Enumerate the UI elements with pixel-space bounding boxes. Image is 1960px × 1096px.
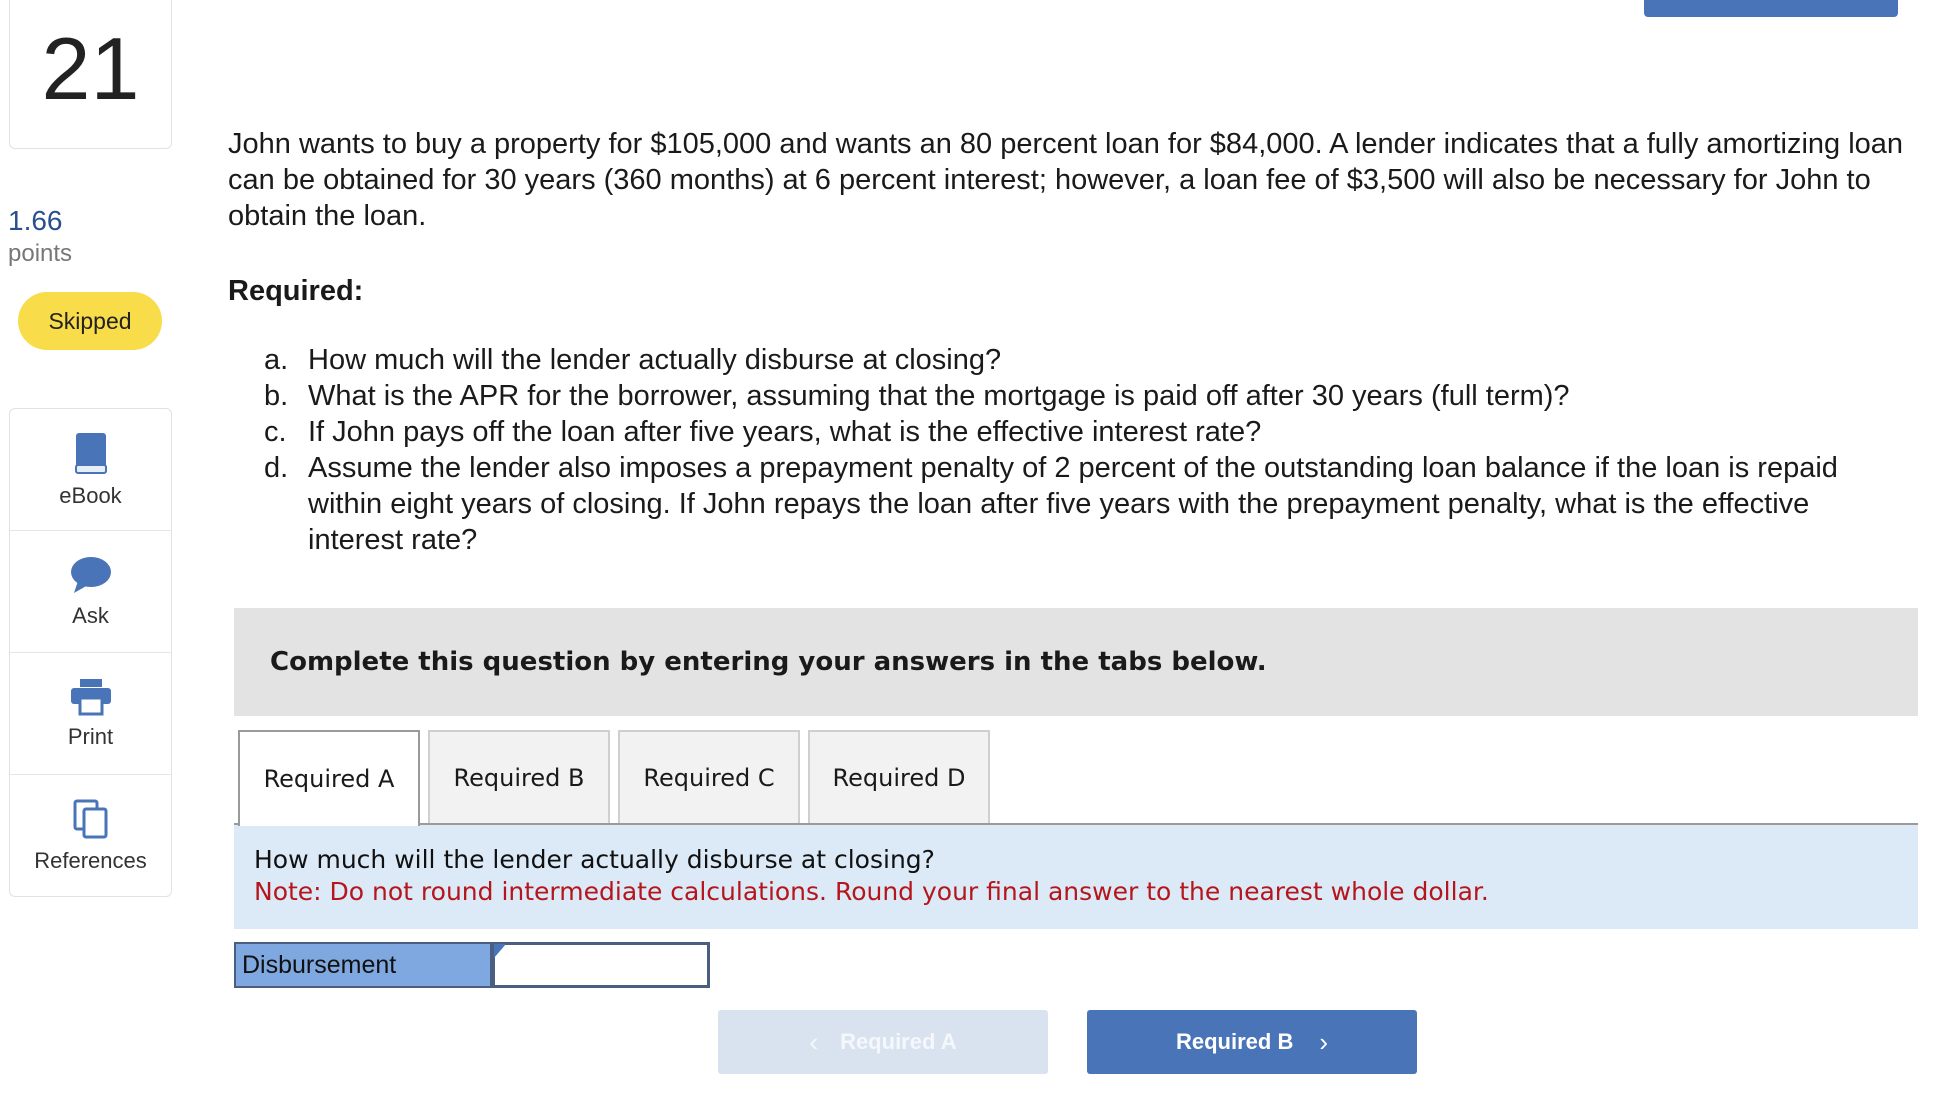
chevron-left-icon: ‹	[809, 1026, 819, 1057]
printer-icon	[70, 678, 111, 715]
tools-panel: eBook Ask Print References	[9, 408, 172, 897]
chat-bubble-icon	[70, 556, 111, 593]
prev-tab-button[interactable]: ‹ Required A	[718, 1010, 1048, 1074]
points-label: points	[8, 240, 73, 267]
points-value: 1.66	[8, 205, 63, 236]
tab-required-d[interactable]: Required D	[808, 730, 990, 823]
requirement-item: c. If John pays off the loan after five …	[264, 416, 1262, 448]
next-tab-label: Required B	[1175, 1029, 1294, 1054]
question-number: 21	[41, 19, 140, 118]
requirements-list: a. How much will the lender actually dis…	[264, 342, 1904, 558]
question-panel: How much will the lender actually disbur…	[234, 825, 1918, 929]
disbursement-input[interactable]	[492, 942, 710, 988]
requirement-item: b. What is the APR for the borrower, ass…	[264, 380, 1570, 412]
top-action-button[interactable]	[1644, 0, 1898, 17]
next-tab-button[interactable]: Required B ›	[1087, 1010, 1417, 1074]
panel-note: Note: Do not round intermediate calculat…	[254, 877, 1489, 906]
chevron-right-icon: ›	[1319, 1026, 1329, 1057]
question-number-box: 21	[9, 0, 172, 149]
status-badge: Skipped	[18, 292, 162, 350]
tab-required-a[interactable]: Required A	[238, 730, 420, 826]
prev-tab-label: Required A	[840, 1029, 957, 1054]
disbursement-label: Disbursement	[234, 942, 492, 988]
references-label: References	[34, 847, 147, 873]
tab-required-b[interactable]: Required B	[428, 730, 610, 823]
ebook-button[interactable]: eBook	[10, 409, 171, 531]
book-icon	[74, 432, 107, 474]
copy-documents-icon	[73, 799, 107, 838]
instructions-text: Complete this question by entering your …	[270, 647, 1267, 677]
question-intro: John wants to buy a property for $105,00…	[228, 128, 1904, 232]
references-button[interactable]: References	[10, 775, 171, 896]
required-heading: Required:	[228, 275, 364, 307]
print-label: Print	[67, 723, 114, 749]
input-flag-icon	[494, 944, 506, 958]
ebook-label: eBook	[59, 482, 122, 508]
panel-question: How much will the lender actually disbur…	[254, 845, 935, 874]
print-button[interactable]: Print	[10, 653, 171, 775]
tab-required-c[interactable]: Required C	[618, 730, 800, 823]
ask-button[interactable]: Ask	[10, 531, 171, 653]
requirement-item: a. How much will the lender actually dis…	[264, 344, 1002, 376]
ask-label: Ask	[72, 602, 109, 628]
instructions-bar: Complete this question by entering your …	[234, 608, 1918, 716]
requirement-item: d. Assume the lender also imposes a prep…	[264, 452, 1838, 556]
